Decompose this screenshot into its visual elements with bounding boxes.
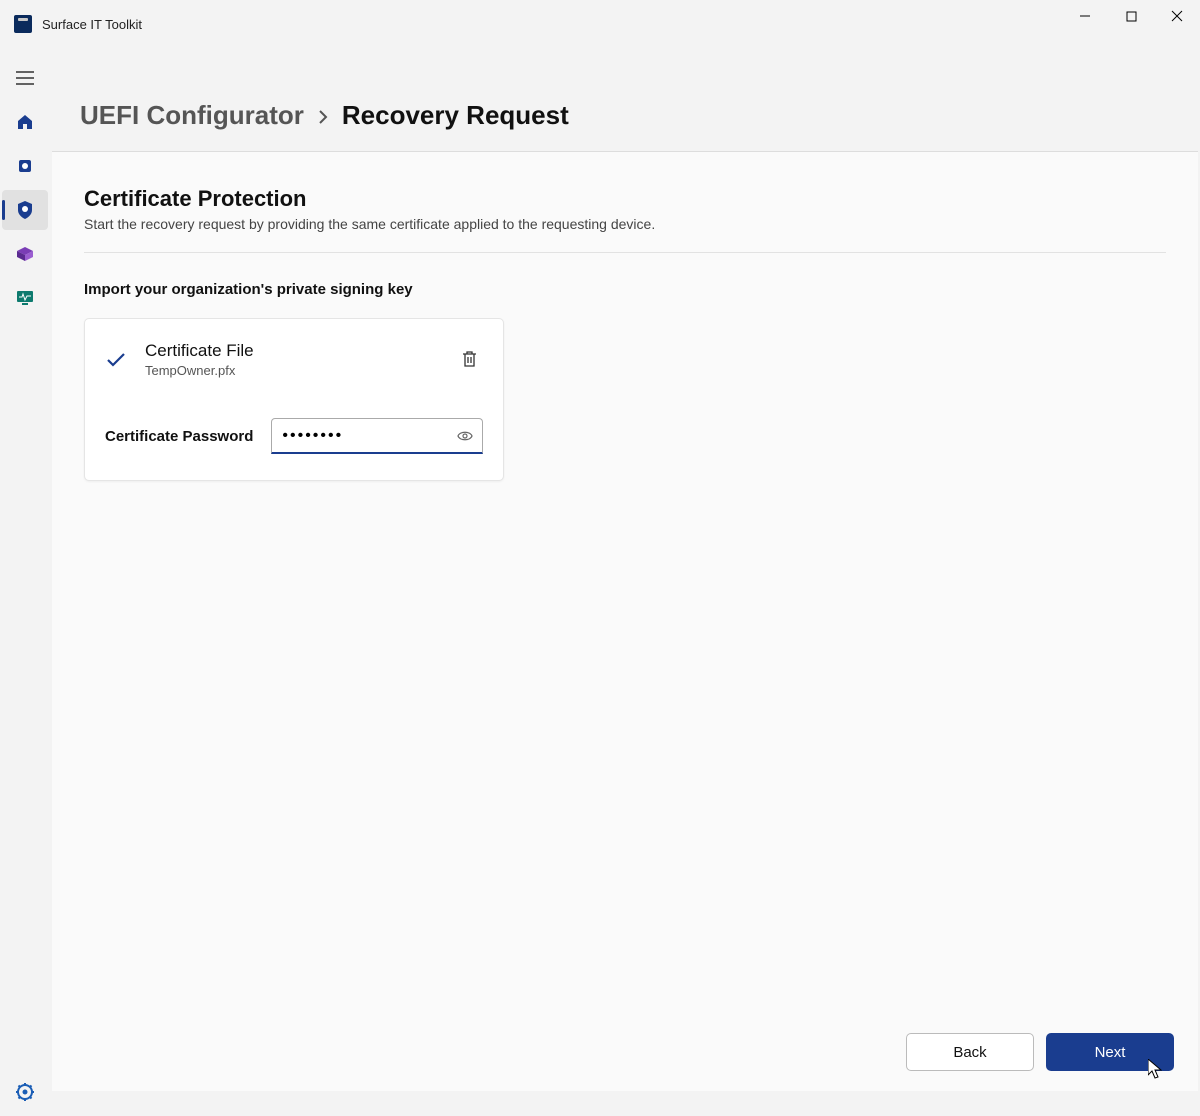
breadcrumb-current: Recovery Request (342, 100, 569, 131)
chevron-right-icon (318, 110, 328, 124)
import-heading: Import your organization's private signi… (84, 281, 1166, 298)
certificate-password-input[interactable] (271, 418, 483, 454)
password-label: Certificate Password (105, 428, 253, 445)
certificate-file-info: Certificate File TempOwner.pfx (145, 341, 437, 378)
nav-diagnostics[interactable] (2, 278, 48, 318)
close-icon (1171, 10, 1183, 22)
check-icon (105, 352, 127, 368)
eraser-icon (17, 158, 33, 174)
nav-data-eraser[interactable] (2, 146, 48, 186)
titlebar: Surface IT Toolkit (0, 0, 1200, 48)
nav-settings[interactable] (2, 1072, 48, 1112)
nav-home[interactable] (2, 102, 48, 142)
monitor-icon (16, 290, 34, 306)
trash-icon (462, 351, 477, 368)
certificate-card: Certificate File TempOwner.pfx Certifica… (84, 318, 504, 481)
nav-uefi-configurator[interactable] (2, 190, 48, 230)
window-controls (1062, 0, 1200, 32)
divider (84, 252, 1166, 253)
wizard-footer: Back Next (906, 1033, 1174, 1071)
certificate-file-row: Certificate File TempOwner.pfx (105, 341, 483, 378)
section-title: Certificate Protection (84, 186, 1166, 212)
certificate-file-label: Certificate File (145, 341, 437, 361)
app-title: Surface IT Toolkit (42, 17, 142, 32)
certificate-file-name: TempOwner.pfx (145, 363, 437, 378)
nav-recovery-tool[interactable] (2, 234, 48, 274)
password-input-wrap (271, 418, 483, 454)
gear-icon (16, 1083, 34, 1101)
password-row: Certificate Password (105, 418, 483, 454)
main-area: UEFI Configurator Recovery Request Certi… (50, 48, 1200, 1116)
minimize-button[interactable] (1062, 0, 1108, 32)
section-description: Start the recovery request by providing … (84, 216, 1166, 232)
minimize-icon (1079, 10, 1091, 22)
shield-icon (17, 201, 33, 219)
home-icon (16, 113, 34, 131)
close-button[interactable] (1154, 0, 1200, 32)
breadcrumb-parent[interactable]: UEFI Configurator (80, 100, 304, 131)
next-button[interactable]: Next (1046, 1033, 1174, 1071)
maximize-icon (1126, 11, 1137, 22)
delete-certificate-button[interactable] (455, 346, 483, 374)
hamburger-icon (16, 71, 34, 85)
reveal-password-button[interactable] (453, 424, 477, 448)
breadcrumb: UEFI Configurator Recovery Request (50, 48, 1200, 151)
back-button[interactable]: Back (906, 1033, 1034, 1071)
eye-icon (457, 430, 473, 442)
maximize-button[interactable] (1108, 0, 1154, 32)
content-panel: Certificate Protection Start the recover… (52, 151, 1198, 1091)
app-icon (14, 15, 32, 33)
nav-rail (0, 48, 50, 1116)
hamburger-button[interactable] (2, 58, 48, 98)
box-icon (16, 246, 34, 262)
